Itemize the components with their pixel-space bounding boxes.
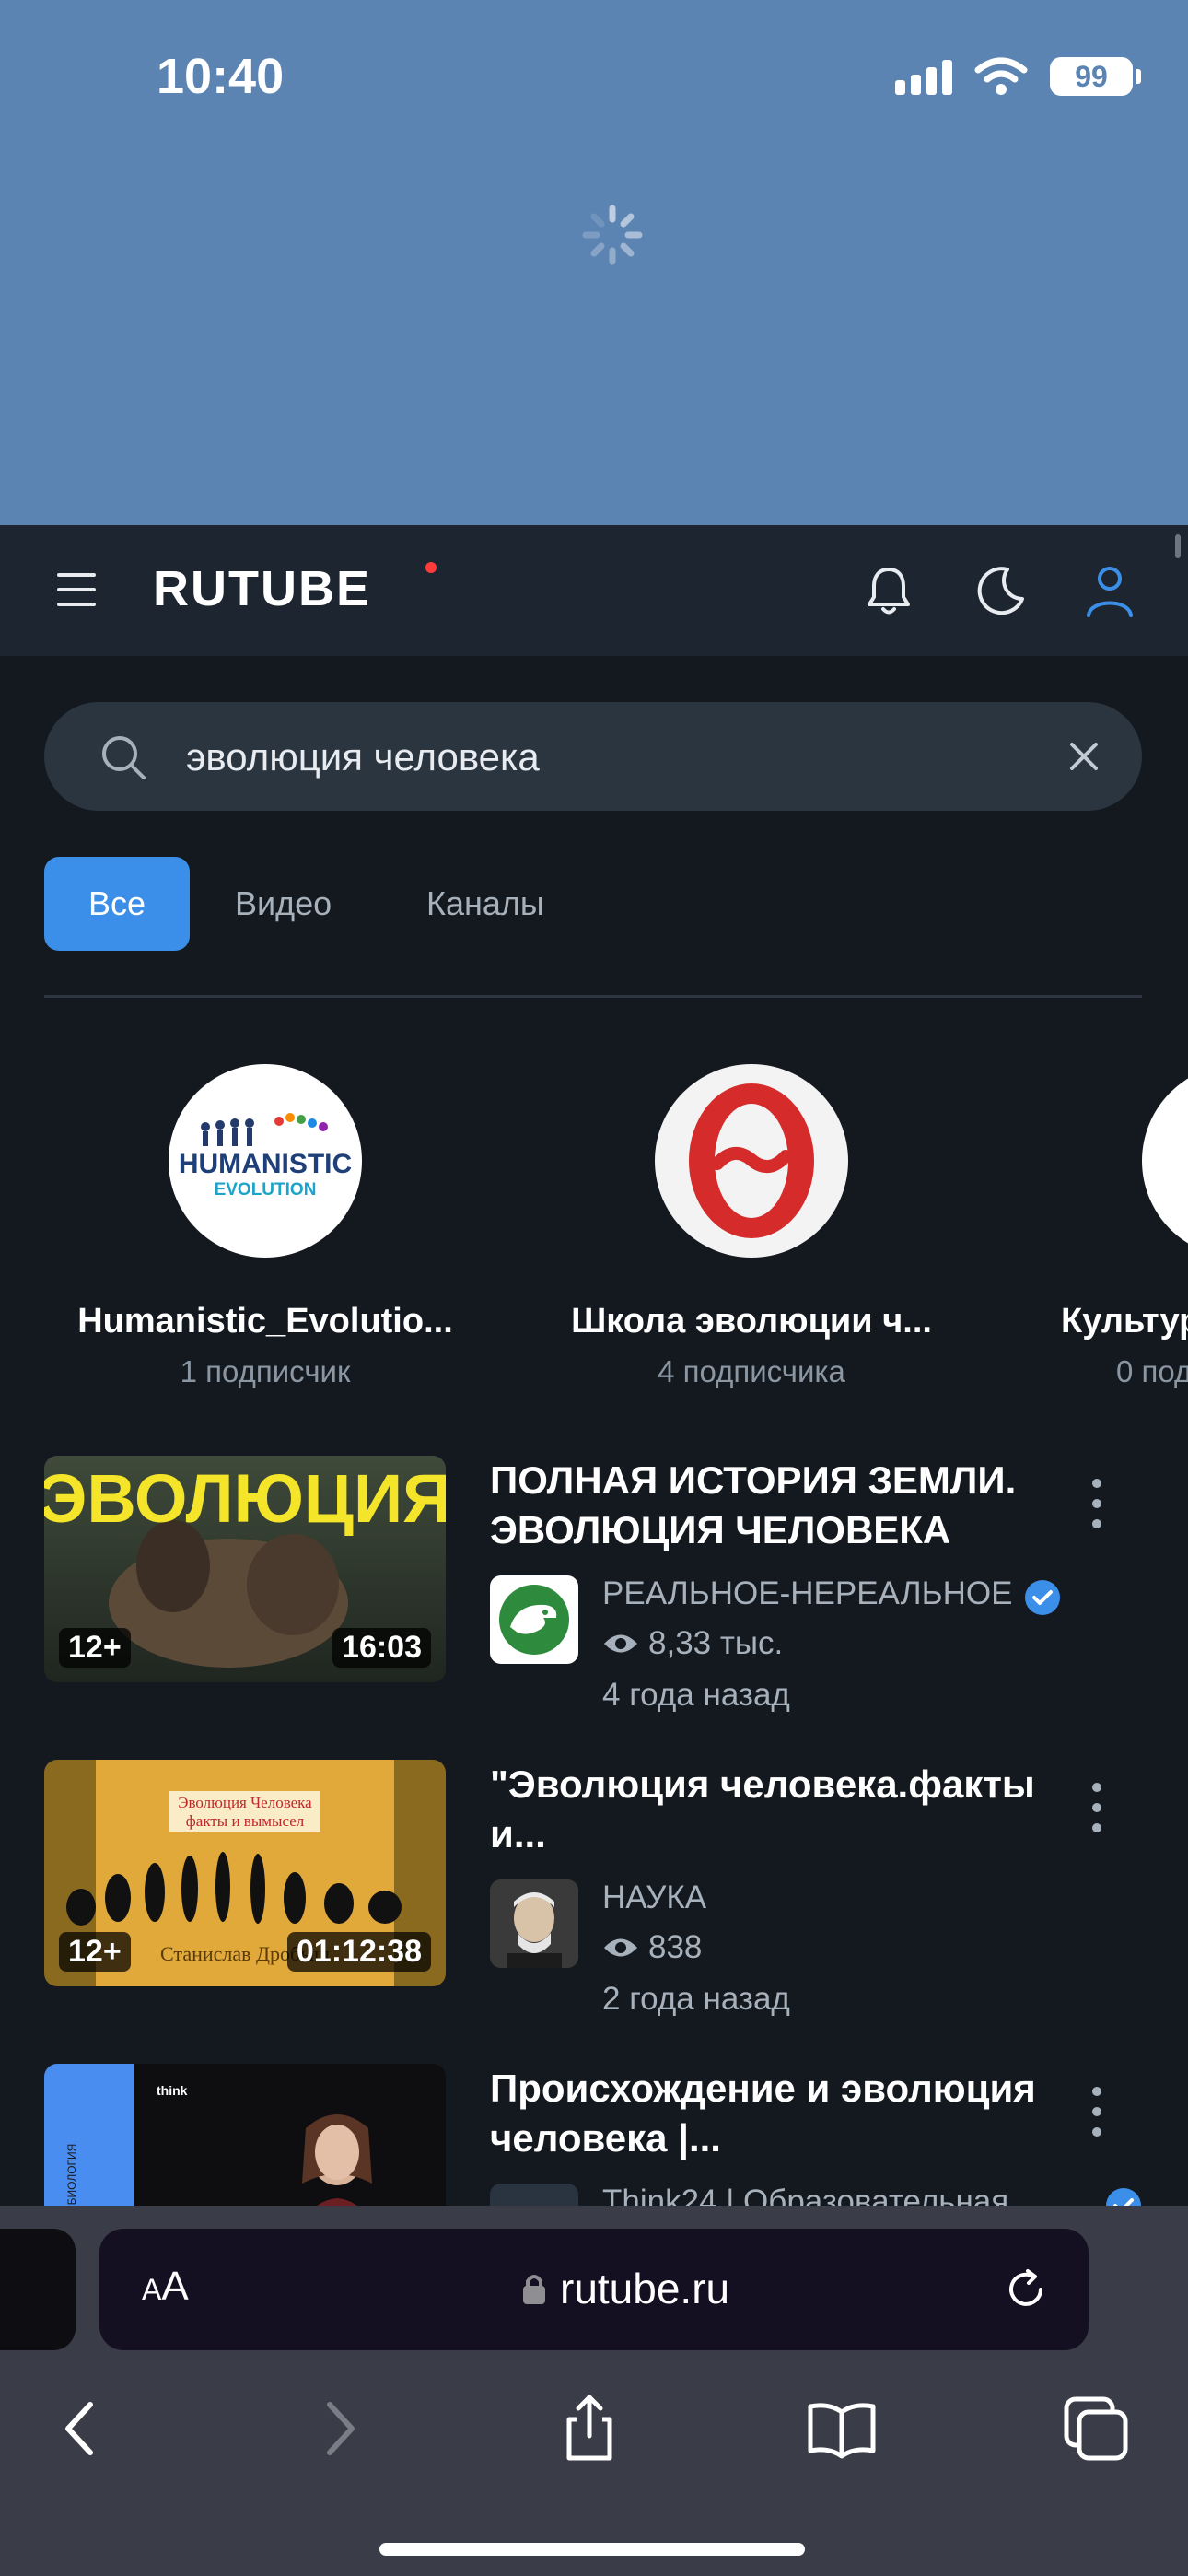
more-options-icon[interactable] xyxy=(1089,1780,1104,1835)
logo-text-humanistic: HUMANISTIC xyxy=(179,1149,352,1179)
channel-subscribers: 1 подписчик xyxy=(180,1354,351,1388)
more-options-icon[interactable] xyxy=(1089,1476,1104,1531)
user-profile-icon[interactable] xyxy=(1077,558,1142,623)
video-title[interactable]: ПОЛНАЯ ИСТОРИЯ ЗЕМЛИ. ЭВОЛЮЦИЯ ЧЕЛОВЕКА xyxy=(490,1456,1061,1555)
lock-icon xyxy=(523,2275,545,2304)
view-count-value: 838 xyxy=(648,1929,703,1965)
status-icons: 99 xyxy=(895,57,1141,96)
view-count: 8,33 тыс. xyxy=(602,1625,783,1662)
pull-to-refresh-area: 10:40 99 xyxy=(0,0,1188,525)
channel-avatar[interactable] xyxy=(490,1575,578,1664)
channel-name[interactable]: НАУКА xyxy=(602,1879,706,1916)
view-count: 838 xyxy=(602,1929,702,1966)
url-display[interactable]: rutube.ru xyxy=(521,2264,729,2313)
channel-avatar xyxy=(655,1064,848,1258)
channel-avatar xyxy=(1142,1064,1188,1258)
safari-toolbar: AA rutube.ru xyxy=(0,2206,1188,2576)
rutube-logo[interactable]: RUTUBE xyxy=(153,560,371,617)
back-icon[interactable] xyxy=(42,2390,120,2467)
eye-icon xyxy=(604,1634,637,1653)
channel-name: Культур xyxy=(1061,1302,1188,1341)
share-icon[interactable] xyxy=(551,2390,628,2467)
publish-date: 2 года назад xyxy=(602,1981,790,2017)
channel-name: Школа эволюции ч... xyxy=(571,1302,932,1341)
forward-icon[interactable] xyxy=(300,2390,378,2467)
video-title[interactable]: Происхождение и эволюция человека |... xyxy=(490,2064,1061,2163)
portrait-avatar-icon xyxy=(490,1879,578,1968)
video-thumbnail[interactable]: Эволюция Человека факты и вымысел Станис… xyxy=(44,1760,446,1986)
publish-date: 4 года назад xyxy=(602,1677,790,1713)
channel-avatar: HUMANISTIC EVOLUTION xyxy=(169,1064,362,1258)
video-thumbnail[interactable]: ЭВОЛЮЦИЯ 12+ 16:03 xyxy=(44,1456,446,1682)
search-input[interactable] xyxy=(184,702,1017,813)
logo-text-evolution: EVOLUTION xyxy=(215,1180,317,1200)
logo-dot xyxy=(425,562,437,573)
duration-badge: 01:12:38 xyxy=(286,1932,431,1972)
app-header: RUTUBE xyxy=(0,525,1188,656)
thumbnail-line-1: Эволюция Человека xyxy=(178,1794,312,1811)
dark-mode-moon-icon[interactable] xyxy=(967,558,1031,623)
search-box[interactable] xyxy=(44,702,1142,813)
age-rating-badge: 12+ xyxy=(59,1932,131,1972)
bell-icon[interactable] xyxy=(856,558,921,623)
humanistic-evolution-logo: HUMANISTIC EVOLUTION xyxy=(179,1113,352,1200)
channel-subscribers: 4 подписчика xyxy=(658,1354,845,1388)
loading-spinner-icon xyxy=(582,205,643,265)
channel-name[interactable]: РЕАЛЬНОЕ-НЕРЕАЛЬНОЕ xyxy=(602,1575,1012,1612)
home-indicator[interactable] xyxy=(379,2543,805,2556)
duration-badge: 16:03 xyxy=(332,1628,431,1668)
dinosaur-logo-icon xyxy=(499,1585,569,1655)
video-item[interactable]: ЭВОЛЮЦИЯ 12+ 16:03 ПОЛНАЯ ИСТОРИЯ ЗЕМЛИ.… xyxy=(44,1456,1149,1713)
thumbnail-brand: think xyxy=(157,2083,188,2098)
thumbnail-line-2: факты и вымысел xyxy=(186,1812,305,1830)
wifi-icon xyxy=(974,57,1028,95)
channel-avatar[interactable] xyxy=(490,1879,578,1968)
theta-logo-icon xyxy=(689,1083,814,1238)
channel-card[interactable]: HUMANISTIC EVOLUTION Humanistic_Evolutio… xyxy=(63,1064,468,1389)
clear-search-icon[interactable] xyxy=(1065,737,1103,776)
video-item[interactable]: Эволюция Человека факты и вымысел Станис… xyxy=(44,1760,1149,2017)
video-title[interactable]: "Эволюция человека.факты и... xyxy=(490,1760,1061,1859)
aa-big: A xyxy=(161,2264,189,2309)
previous-tab-peek[interactable] xyxy=(0,2229,76,2350)
view-count-value: 8,33 тыс. xyxy=(648,1625,784,1661)
tabs-divider xyxy=(44,995,1142,998)
menu-icon[interactable] xyxy=(57,573,96,606)
tab-videos[interactable]: Видео xyxy=(235,857,332,951)
page-scrollbar[interactable] xyxy=(1175,534,1181,558)
tab-all[interactable]: Все xyxy=(44,857,190,951)
status-time: 10:40 xyxy=(157,49,285,104)
aa-small: A xyxy=(142,2273,162,2306)
thumbnail-title: ЭВОЛЮЦИЯ xyxy=(44,1460,446,1537)
verified-icon xyxy=(1025,1580,1060,1615)
channel-subscribers: 0 под xyxy=(1116,1354,1188,1388)
battery-icon: 99 xyxy=(1050,57,1141,96)
tab-channels[interactable]: Каналы xyxy=(426,857,544,951)
url-text: rutube.ru xyxy=(560,2265,730,2313)
cellular-signal-icon xyxy=(895,58,952,95)
age-rating-badge: 12+ xyxy=(59,1628,131,1668)
thumbnail-side-label: БИОЛОГИЯ xyxy=(65,2144,78,2206)
page-settings-button[interactable]: AA xyxy=(142,2264,189,2310)
bookmarks-icon[interactable] xyxy=(803,2390,880,2467)
eye-icon xyxy=(604,1938,637,1957)
reload-icon[interactable] xyxy=(1000,2264,1052,2315)
channel-card[interactable]: Школа эволюции ч... 4 подписчика xyxy=(549,1064,954,1389)
channel-card[interactable]: Культур 0 под xyxy=(1031,1064,1188,1389)
tabs-icon[interactable] xyxy=(1057,2390,1135,2467)
more-options-icon[interactable] xyxy=(1089,2084,1104,2139)
search-icon xyxy=(102,736,146,779)
address-bar[interactable]: AA rutube.ru xyxy=(99,2229,1089,2350)
channel-name: Humanistic_Evolutio... xyxy=(77,1302,453,1341)
